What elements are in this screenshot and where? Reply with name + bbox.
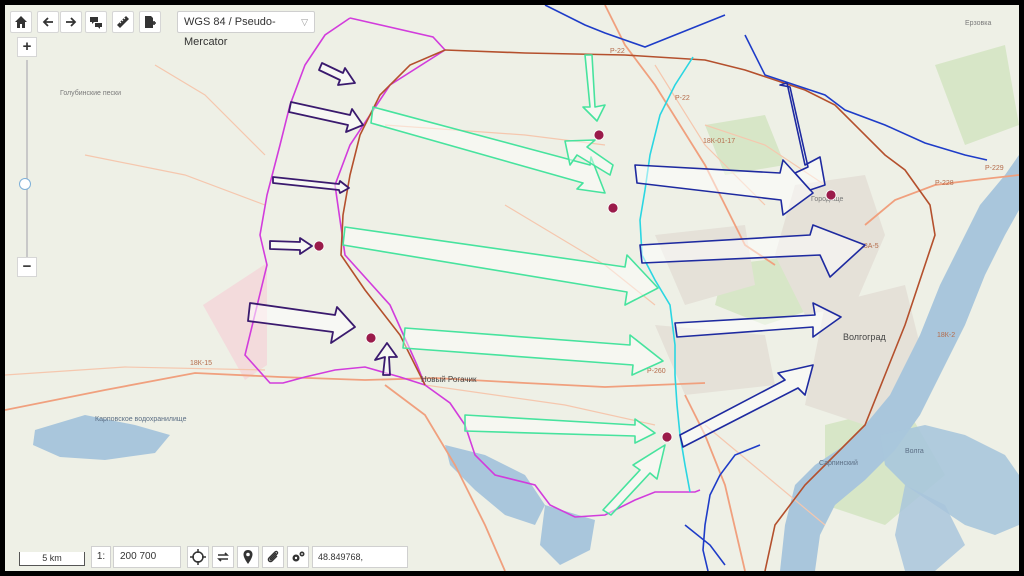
crosshair-icon bbox=[190, 549, 206, 565]
label-golubinskie: Голубинские пески bbox=[60, 89, 121, 97]
coordinate-readout: 48.849768, 44.101427 bbox=[312, 546, 408, 568]
zoom-slider-handle[interactable] bbox=[19, 178, 31, 190]
label-18k-01-17: 18К-01-17 bbox=[703, 138, 735, 145]
scale-input[interactable]: 200 700 bbox=[113, 546, 181, 568]
home-icon bbox=[15, 16, 27, 28]
label-novy-rogachik: Новый Рогачик bbox=[421, 375, 477, 384]
label-karpovskoe: Карповское водохранилище bbox=[95, 416, 187, 423]
zoom-in-button[interactable]: + bbox=[17, 37, 37, 57]
settings-button[interactable] bbox=[287, 546, 309, 568]
paperclip-icon bbox=[267, 550, 279, 563]
map-pin-icon bbox=[243, 550, 253, 564]
label-18k-2: 18К-2 bbox=[937, 332, 955, 339]
zoom-slider-track[interactable] bbox=[26, 60, 28, 260]
add-layer-icon bbox=[145, 16, 156, 28]
gears-icon bbox=[292, 551, 305, 562]
scale-bar: 5 km bbox=[19, 552, 85, 566]
marker-button[interactable] bbox=[237, 546, 259, 568]
scale-prefix: 1: bbox=[91, 546, 111, 568]
zoom-out-button[interactable]: − bbox=[17, 257, 37, 277]
label-r229: Р-229 bbox=[985, 165, 1004, 172]
back-button[interactable] bbox=[37, 11, 59, 33]
label-r22-a: Р-22 bbox=[610, 48, 625, 55]
chevron-down-icon: ▽ bbox=[301, 17, 308, 27]
label-sarpinsky: Сарпинский bbox=[819, 459, 858, 467]
attach-button[interactable] bbox=[262, 546, 284, 568]
label-r260: Р-260 bbox=[647, 368, 666, 375]
label-ervovka: Ерзовка bbox=[965, 20, 991, 27]
map-canvas[interactable]: Голубинские пески Ерзовка Новый Рогачик … bbox=[5, 5, 1019, 571]
marker-point-3 bbox=[313, 240, 325, 252]
locate-button[interactable] bbox=[187, 546, 209, 568]
label-volgograd: Волгоград bbox=[843, 332, 886, 342]
label-r22-b: Р-22 bbox=[675, 95, 690, 102]
label-18k-15: 18К-15 bbox=[190, 360, 212, 367]
ruler-icon bbox=[117, 16, 129, 28]
marker-point-6 bbox=[825, 189, 837, 201]
ruler-button[interactable] bbox=[112, 11, 134, 33]
add-layer-button[interactable] bbox=[139, 11, 161, 33]
forward-arrow-icon bbox=[66, 17, 77, 27]
identify-icon bbox=[90, 17, 102, 29]
label-volga: Волга bbox=[905, 448, 924, 455]
marker-point-5 bbox=[661, 431, 673, 443]
swap-icon bbox=[217, 552, 229, 562]
marker-point-4 bbox=[365, 332, 377, 344]
crs-selector[interactable]: WGS 84 / Pseudo-Mercator ▽ bbox=[177, 11, 315, 48]
label-r228: Р-228 bbox=[935, 180, 954, 187]
marker-point-1 bbox=[593, 129, 605, 141]
back-arrow-icon bbox=[42, 17, 53, 27]
identify-button[interactable] bbox=[85, 11, 107, 33]
marker-point-2 bbox=[607, 202, 619, 214]
forward-button[interactable] bbox=[60, 11, 82, 33]
home-button[interactable] bbox=[10, 11, 32, 33]
swap-button[interactable] bbox=[212, 546, 234, 568]
map-frame: Голубинские пески Ерзовка Новый Рогачик … bbox=[5, 5, 1019, 571]
